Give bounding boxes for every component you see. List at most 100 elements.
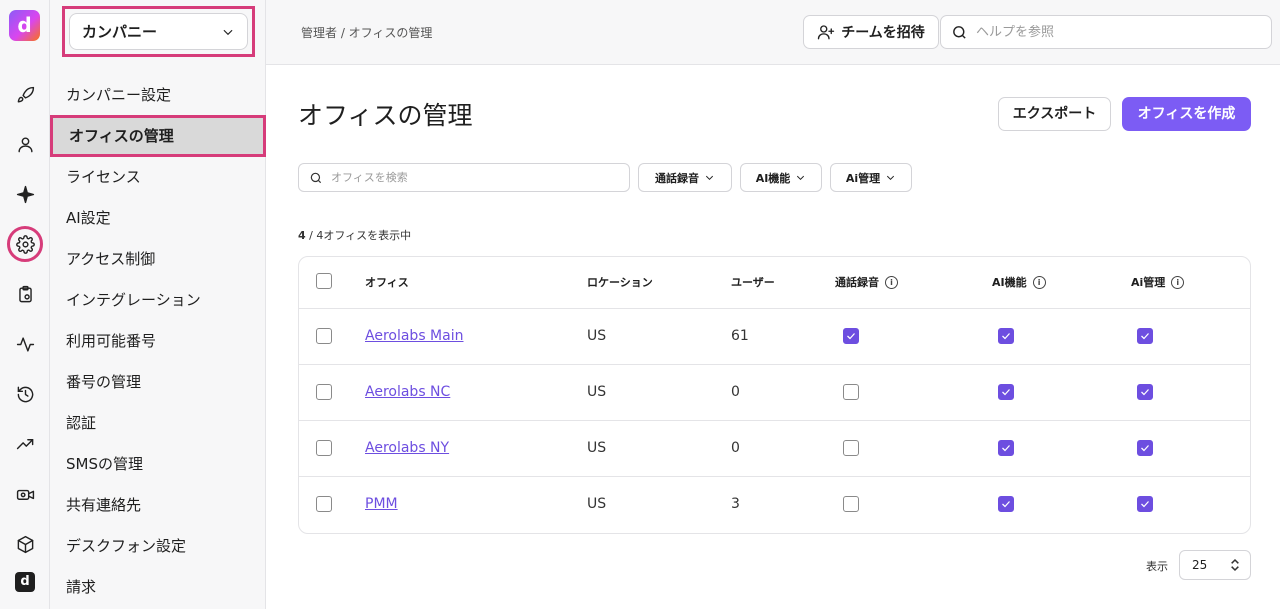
create-office-button[interactable]: オフィスを作成 [1122,97,1251,131]
settings-sidebar: カンパニー カンパニー設定 オフィスの管理 ライセンス AI設定 アクセス制御 … [50,0,266,609]
offices-table: オフィス ロケーション ユーザー 通話録音 i AI機能 i Ai管理 i Ae… [298,256,1251,534]
breadcrumb: 管理者 / オフィスの管理 [301,26,433,40]
result-count-shown: 4 [298,229,306,242]
user-icon[interactable] [13,132,37,156]
sidebar-item-ai-settings[interactable]: AI設定 [66,203,256,233]
ai-features-checkbox[interactable] [998,328,1014,344]
history-icon[interactable] [13,382,37,406]
ai-features-checkbox[interactable] [998,384,1014,400]
filter-ai-management[interactable]: Ai管理 [830,163,912,192]
ai-management-checkbox[interactable] [1137,440,1153,456]
office-name-link[interactable]: PMM [365,496,398,512]
select-all-checkbox[interactable] [316,273,332,289]
column-call-recording[interactable]: 通話録音 i [835,274,898,290]
ai-management-checkbox[interactable] [1137,384,1153,400]
ai-features-checkbox[interactable] [998,440,1014,456]
export-button[interactable]: エクスポート [998,97,1111,131]
row-checkbox[interactable] [316,440,332,456]
row-checkbox[interactable] [316,328,332,344]
filter-label: Ai管理 [845,171,881,185]
company-selector-label: カンパニー [82,23,158,41]
sparkle-icon[interactable] [13,182,37,206]
table-row: Aerolabs NY US 0 [299,421,1250,477]
sidebar-item-number-management[interactable]: 番号の管理 [66,367,256,397]
gear-icon[interactable] [7,226,43,262]
office-name-link[interactable]: Aerolabs Main [365,328,463,344]
company-selector[interactable]: カンパニー [69,13,248,50]
sidebar-item-deskphone-settings[interactable]: デスクフォン設定 [66,531,256,561]
ai-features-checkbox[interactable] [998,496,1014,512]
table-row: Aerolabs NC US 0 [299,365,1250,421]
office-users: 3 [731,496,740,512]
office-users: 61 [731,328,749,344]
recording-checkbox[interactable] [843,440,859,456]
rocket-icon[interactable] [13,83,37,107]
pulse-icon[interactable] [13,332,37,356]
row-checkbox[interactable] [316,384,332,400]
sidebar-item-billing[interactable]: 請求 [66,572,256,602]
video-gear-icon[interactable] [13,482,37,506]
sidebar-item-integrations[interactable]: インテグレーション [66,285,256,315]
column-ai-management-label: Ai管理 [1131,276,1166,289]
column-ai-management[interactable]: Ai管理 i [1131,274,1185,290]
dialpad-logo-icon[interactable]: d [15,572,35,592]
sidebar-item-office-management[interactable]: オフィスの管理 [50,115,266,157]
table-row: Aerolabs Main US 61 [299,309,1250,365]
top-bar: 管理者 / オフィスの管理 チームを招待 [266,0,1280,65]
info-icon[interactable]: i [1171,275,1185,289]
recording-checkbox[interactable] [843,328,859,344]
sidebar-item-shared-contacts[interactable]: 共有連絡先 [66,490,256,520]
office-location: US [587,328,607,344]
sidebar-item-licenses[interactable]: ライセンス [66,162,256,192]
help-search[interactable] [940,15,1272,49]
ai-management-checkbox[interactable] [1137,328,1153,344]
sidebar-item-available-numbers[interactable]: 利用可能番号 [66,326,256,356]
per-page-label: 表示 [1146,560,1168,573]
column-users[interactable]: ユーザー [731,274,775,290]
filter-label: AI機能 [755,171,791,185]
sidebar-item-company-settings[interactable]: カンパニー設定 [66,80,256,110]
help-search-input[interactable] [976,24,1256,40]
column-ai-features[interactable]: AI機能 i [992,274,1046,290]
dialpad-logo[interactable]: d [9,10,40,41]
office-users: 0 [731,384,740,400]
office-search-input[interactable] [331,171,621,184]
column-office[interactable]: オフィス [365,274,409,290]
office-users: 0 [731,440,740,456]
table-header: オフィス ロケーション ユーザー 通話録音 i AI機能 i Ai管理 i [299,257,1250,309]
per-page-value: 25 [1192,558,1208,572]
office-name-link[interactable]: Aerolabs NY [365,440,449,456]
filter-ai-features[interactable]: AI機能 [740,163,822,192]
ai-management-checkbox[interactable] [1137,496,1153,512]
clipboard-gear-icon[interactable] [13,282,37,306]
result-count: 4 / 4オフィスを表示中 [298,227,411,243]
page-title: オフィスの管理 [298,101,473,130]
per-page-select[interactable]: 25 [1179,550,1251,580]
invite-team-button[interactable]: チームを招待 [803,15,939,49]
recording-checkbox[interactable] [843,496,859,512]
chevron-down-icon [223,29,233,35]
row-checkbox[interactable] [316,496,332,512]
filter-label: 通話録音 [655,171,699,185]
trending-icon[interactable] [13,432,37,456]
sidebar-item-authentication[interactable]: 認証 [66,408,256,438]
column-location[interactable]: ロケーション [587,274,653,290]
office-location: US [587,384,607,400]
office-search[interactable] [298,163,630,192]
cube-icon[interactable] [13,532,37,556]
invite-team-label: チームを招待 [841,25,925,41]
info-icon[interactable]: i [1032,275,1046,289]
sidebar-item-access-control[interactable]: アクセス制御 [66,244,256,274]
filter-call-recording[interactable]: 通話録音 [638,163,732,192]
column-call-recording-label: 通話録音 [835,276,879,289]
chevron-down-icon [887,175,895,180]
info-icon[interactable]: i [885,275,898,289]
search-icon [310,172,322,183]
chevron-down-icon [705,175,714,180]
search-icon [953,25,966,39]
icon-rail: d d [0,0,50,609]
office-name-link[interactable]: Aerolabs NC [365,384,450,400]
sidebar-item-sms-management[interactable]: SMSの管理 [66,449,256,479]
table-row: PMM US 3 [299,477,1250,533]
recording-checkbox[interactable] [843,384,859,400]
